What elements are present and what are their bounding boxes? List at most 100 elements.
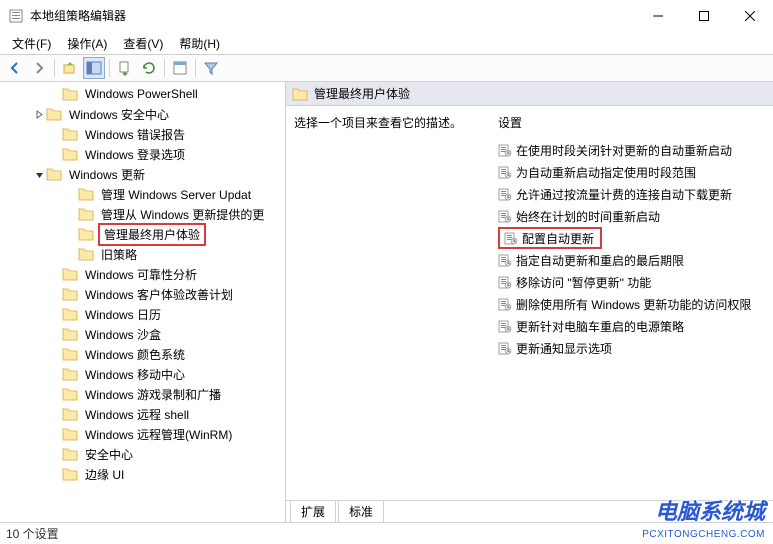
menu-help[interactable]: 帮助(H) — [171, 33, 228, 54]
tree-node[interactable]: Windows 移动中心 — [0, 364, 285, 384]
tree-spacer — [48, 467, 62, 481]
setting-label: 为自动重新启动指定使用时段范围 — [516, 164, 696, 181]
chevron-right-icon[interactable] — [32, 107, 46, 121]
setting-item[interactable]: 指定自动更新和重启的最后期限 — [494, 249, 773, 271]
folder-icon — [62, 407, 78, 421]
tree-node[interactable]: Windows 远程管理(WinRM) — [0, 424, 285, 444]
tree-spacer — [48, 407, 62, 421]
tree-label: Windows 远程 shell — [82, 405, 192, 424]
content-tabs: 扩展 标准 — [286, 500, 773, 522]
tree-label: Windows 远程管理(WinRM) — [82, 425, 235, 444]
tree-node[interactable]: Windows 可靠性分析 — [0, 264, 285, 284]
setting-label: 始终在计划的时间重新启动 — [516, 208, 660, 225]
setting-item[interactable]: 在使用时段关闭针对更新的自动重新启动 — [494, 139, 773, 161]
toolbar-separator — [164, 59, 165, 77]
setting-label: 配置自动更新 — [522, 230, 594, 247]
setting-item[interactable]: 移除访问 "暂停更新" 功能 — [494, 271, 773, 293]
setting-item[interactable]: 始终在计划的时间重新启动 — [494, 205, 773, 227]
tree-spacer — [48, 447, 62, 461]
tab-extended[interactable]: 扩展 — [290, 500, 336, 522]
menu-action[interactable]: 操作(A) — [59, 33, 115, 54]
tree-spacer — [48, 367, 62, 381]
tree-node[interactable]: Windows PowerShell — [0, 84, 285, 104]
setting-item[interactable]: 更新针对电脑车重启的电源策略 — [494, 315, 773, 337]
tree-node[interactable]: Windows 远程 shell — [0, 404, 285, 424]
tree-node[interactable]: 边缘 UI — [0, 464, 285, 484]
policy-icon — [498, 275, 512, 289]
folder-icon — [62, 367, 78, 381]
folder-icon — [62, 347, 78, 361]
forward-button[interactable] — [28, 57, 50, 79]
tree-label: Windows 错误报告 — [82, 125, 188, 144]
tree-spacer — [48, 307, 62, 321]
tree-node[interactable]: 安全中心 — [0, 444, 285, 464]
tree-node[interactable]: 管理 Windows Server Updat — [0, 184, 285, 204]
tree-node[interactable]: Windows 游戏录制和广播 — [0, 384, 285, 404]
setting-label: 移除访问 "暂停更新" 功能 — [516, 274, 651, 291]
content-header: 管理最终用户体验 — [286, 82, 773, 106]
folder-icon — [78, 247, 94, 261]
tree-node[interactable]: Windows 颜色系统 — [0, 344, 285, 364]
chevron-down-icon[interactable] — [32, 167, 46, 181]
policy-icon — [498, 253, 512, 267]
close-button[interactable] — [727, 0, 773, 32]
setting-item[interactable]: 删除使用所有 Windows 更新功能的访问权限 — [494, 293, 773, 315]
tree-node[interactable]: Windows 客户体验改善计划 — [0, 284, 285, 304]
toolbar-separator — [195, 59, 196, 77]
folder-icon — [62, 127, 78, 141]
tree-node[interactable]: Windows 更新 — [0, 164, 285, 184]
tree-node[interactable]: Windows 错误报告 — [0, 124, 285, 144]
tree-spacer — [64, 187, 78, 201]
policy-icon — [498, 341, 512, 355]
tree-label: Windows 安全中心 — [66, 105, 172, 124]
filter-button[interactable] — [200, 57, 222, 79]
maximize-button[interactable] — [681, 0, 727, 32]
tree-node[interactable]: 管理从 Windows 更新提供的更 — [0, 204, 285, 224]
tree-spacer — [64, 207, 78, 221]
setting-item[interactable]: 允许通过按流量计费的连接自动下载更新 — [494, 183, 773, 205]
folder-icon — [78, 207, 94, 221]
folder-icon — [46, 167, 62, 181]
minimize-button[interactable] — [635, 0, 681, 32]
menu-file[interactable]: 文件(F) — [4, 33, 59, 54]
tree-spacer — [48, 287, 62, 301]
policy-icon — [498, 319, 512, 333]
tree-label: Windows 颜色系统 — [82, 345, 188, 364]
tree-node[interactable]: 旧策略 — [0, 244, 285, 264]
setting-item[interactable]: 配置自动更新 — [494, 227, 773, 249]
properties-button[interactable] — [169, 57, 191, 79]
refresh-button[interactable] — [138, 57, 160, 79]
folder-icon — [62, 447, 78, 461]
tree-node[interactable]: Windows 日历 — [0, 304, 285, 324]
setting-item[interactable]: 为自动重新启动指定使用时段范围 — [494, 161, 773, 183]
statusbar: 10 个设置 — [0, 522, 773, 544]
menu-view[interactable]: 查看(V) — [115, 33, 171, 54]
tree-node[interactable]: Windows 登录选项 — [0, 144, 285, 164]
tree-node[interactable]: Windows 安全中心 — [0, 104, 285, 124]
policy-icon — [498, 187, 512, 201]
tree-spacer — [64, 247, 78, 261]
tab-standard[interactable]: 标准 — [338, 500, 384, 522]
tree-label: Windows 客户体验改善计划 — [82, 285, 236, 304]
toolbar-separator — [54, 59, 55, 77]
tree-label: Windows 移动中心 — [82, 365, 188, 384]
tree-spacer — [48, 147, 62, 161]
tree-label: Windows 日历 — [82, 305, 164, 324]
show-hide-tree-button[interactable] — [83, 57, 105, 79]
tree-spacer — [48, 327, 62, 341]
up-button[interactable] — [59, 57, 81, 79]
export-button[interactable] — [114, 57, 136, 79]
setting-item[interactable]: 更新通知显示选项 — [494, 337, 773, 359]
tree-node[interactable]: 管理最终用户体验 — [0, 224, 285, 244]
settings-pane: 设置 在使用时段关闭针对更新的自动重新启动为自动重新启动指定使用时段范围允许通过… — [494, 114, 773, 500]
folder-icon — [46, 107, 62, 121]
tree-label: 管理最终用户体验 — [98, 223, 206, 246]
setting-label: 指定自动更新和重启的最后期限 — [516, 252, 684, 269]
tree-label: Windows 登录选项 — [82, 145, 188, 164]
folder-icon — [62, 387, 78, 401]
back-button[interactable] — [4, 57, 26, 79]
setting-label: 更新通知显示选项 — [516, 340, 612, 357]
toolbar-separator — [109, 59, 110, 77]
content-body: 选择一个项目来查看它的描述。 设置 在使用时段关闭针对更新的自动重新启动为自动重… — [286, 106, 773, 500]
tree-node[interactable]: Windows 沙盒 — [0, 324, 285, 344]
